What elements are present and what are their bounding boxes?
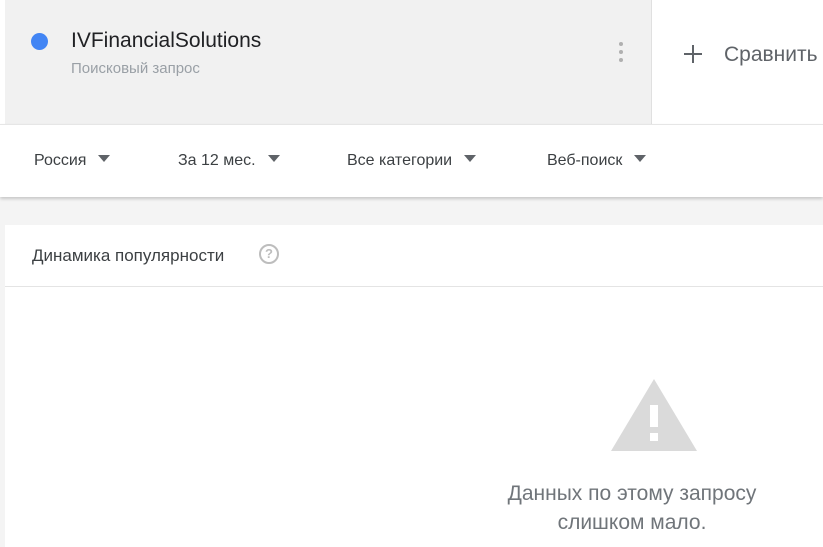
term-strip: IVFinancialSolutions Поисковый запрос Ср… [0,0,823,124]
compare-label: Сравнить [724,43,818,66]
more-vert-icon[interactable] [613,40,629,68]
empty-state-line-2: слишком мало. [557,511,707,534]
caret-down-icon [634,155,647,162]
plus-icon [682,40,704,66]
search-type-filter-label: Веб-поиск [547,152,623,169]
caret-down-icon [267,155,280,162]
period-filter-label: За 12 мес. [178,152,256,169]
empty-state-line-1: Данных по этому запросу [507,482,757,505]
search-type-filter-dropdown[interactable]: Веб-поиск [547,151,647,171]
region-filter-label: Россия [34,152,87,169]
category-filter-dropdown[interactable]: Все категории [347,151,477,171]
region-filter-dropdown[interactable]: Россия [34,151,111,171]
empty-state-message: Данных по этому запросу слишком мало. [467,479,797,537]
search-term-card[interactable]: IVFinancialSolutions Поисковый запрос [5,0,652,124]
term-type-label: Поисковый запрос [71,60,200,77]
filter-bar: Россия За 12 мес. Все категории Веб-поис… [0,124,823,197]
warning-icon [611,379,697,451]
panel-header: Динамика популярности ? [5,225,823,287]
category-filter-label: Все категории [347,152,453,169]
period-filter-dropdown[interactable]: За 12 мес. [178,151,280,171]
term-color-dot [31,33,48,50]
term-name: IVFinancialSolutions [71,29,262,52]
help-icon[interactable]: ? [259,244,279,264]
compare-button[interactable]: Сравнить [652,0,823,124]
caret-down-icon [98,155,111,162]
caret-down-icon [464,155,477,162]
panel-title: Динамика популярности [32,246,225,265]
interest-over-time-panel: Динамика популярности ? Данных по этому … [5,225,823,547]
